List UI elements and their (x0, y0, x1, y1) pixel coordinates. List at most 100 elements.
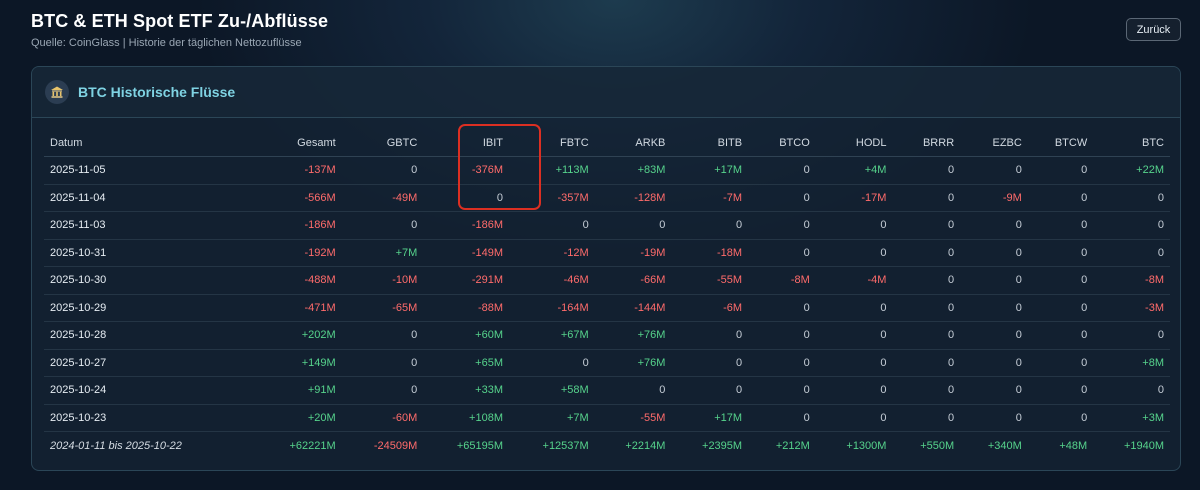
table-row: 2025-10-31 -192M +7M -149M -12M -19M -18M 0 0 0 0 0… (44, 239, 1170, 267)
date-cell: 2025-10-24 (44, 376, 256, 405)
flow-cell-fbtc: -46M (509, 266, 595, 295)
flow-cell-fbtc: +67M (509, 321, 595, 350)
table-row: 2025-10-30 -488M -10M -291M -46M -66M -55M -8M -… (44, 266, 1170, 295)
flow-cell-gbtc: -49M (341, 184, 424, 212)
flow-cell-hodl: 0 (815, 294, 893, 322)
column-header-arkb: ARKB (594, 129, 672, 157)
flow-cell-btcw: 0 (1027, 321, 1094, 350)
flow-cell-gbtc: 0 (341, 349, 424, 377)
flow-cell-ibit: -88M (423, 294, 509, 322)
date-cell: 2025-10-23 (44, 404, 256, 432)
flow-cell-btcw: 0 (1027, 156, 1094, 185)
date-cell: 2024-01-11 bis 2025-10-22 (44, 431, 256, 459)
flow-cell-arkb: -19M (594, 239, 672, 267)
back-button[interactable]: Zurück (1126, 18, 1181, 41)
column-header-brrr: BRRR (892, 129, 961, 157)
flow-cell-gesamt: -186M (255, 211, 342, 240)
flow-cell-bitb: 0 (671, 321, 749, 350)
flow-cell-fbtc: 0 (509, 211, 595, 240)
flow-cell-ezbc: 0 (960, 266, 1028, 295)
flow-cell-btcw: +48M (1027, 431, 1094, 459)
flow-cell-ibit: -376M (423, 156, 509, 185)
flow-cell-gesamt: -566M (255, 184, 342, 212)
flow-cell-bitb: +2395M (671, 431, 749, 459)
column-header-bitb: BITB (671, 129, 749, 157)
flow-cell-btc: +22M (1093, 156, 1170, 185)
flow-cell-arkb: -128M (594, 184, 672, 212)
flow-cell-hodl: 0 (815, 349, 893, 377)
table-header-row: Datum Gesamt GBTC IBIT FBTC ARKB BITB BTCO HODL B… (44, 129, 1170, 157)
flow-cell-fbtc: 0 (509, 349, 595, 377)
column-header-ibit: IBIT (423, 129, 509, 157)
flow-cell-ibit: +65M (423, 349, 509, 377)
flow-cell-brrr: 0 (892, 321, 961, 350)
flow-cell-brrr: 0 (892, 376, 961, 405)
flow-cell-btc: 0 (1093, 211, 1170, 240)
flow-cell-brrr: 0 (892, 294, 961, 322)
flow-cell-fbtc: +12537M (509, 431, 595, 459)
flow-cell-btcw: 0 (1027, 349, 1094, 377)
flow-cell-btc: 0 (1093, 321, 1170, 350)
table-row: 2025-11-05 -137M 0 -376M +113M +83M +17M 0 +4M 0 0… (44, 156, 1170, 185)
flow-cell-brrr: 0 (892, 156, 961, 185)
flow-cell-hodl: 0 (815, 376, 893, 405)
flow-cell-btc: +3M (1093, 404, 1170, 432)
flow-cell-btco: 0 (748, 184, 816, 212)
flow-cell-fbtc: +113M (509, 156, 595, 185)
flow-cell-gbtc: -65M (341, 294, 424, 322)
flow-cell-gbtc: -24509M (341, 431, 424, 459)
flow-cell-gesamt: -137M (255, 156, 342, 185)
flow-cell-btc: 0 (1093, 184, 1170, 212)
flow-cell-gbtc: +7M (341, 239, 424, 267)
flow-cell-bitb: 0 (671, 349, 749, 377)
flow-cell-hodl: -4M (815, 266, 893, 295)
flow-cell-ibit: +33M (423, 376, 509, 405)
flow-cell-gbtc: -60M (341, 404, 424, 432)
flow-cell-gbtc: 0 (341, 376, 424, 405)
flow-cell-ibit: +108M (423, 404, 509, 432)
flow-cell-gbtc: 0 (341, 211, 424, 240)
flow-cell-gesamt: +91M (255, 376, 342, 405)
flow-cell-btco: 0 (748, 239, 816, 267)
flow-cell-btco: 0 (748, 211, 816, 240)
flow-cell-btco: +212M (748, 431, 816, 459)
flow-cell-arkb: -66M (594, 266, 672, 295)
btc-flows-card: BTC Historische Flüsse Datum Gesamt GBTC IB… (31, 66, 1181, 471)
column-header-datum: Datum (44, 129, 256, 157)
flow-cell-btcw: 0 (1027, 376, 1094, 405)
column-header-ezbc: EZBC (960, 129, 1028, 157)
flow-cell-ezbc: +340M (960, 431, 1028, 459)
flow-cell-arkb: -144M (594, 294, 672, 322)
table-row: 2025-10-28 +202M 0 +60M +67M +76M 0 0 0 0 0 0 0 (44, 321, 1170, 350)
date-cell: 2025-11-04 (44, 184, 256, 212)
flow-cell-ibit: -149M (423, 239, 509, 267)
column-header-gbtc: GBTC (341, 129, 424, 157)
page-header: BTC & ETH Spot ETF Zu-/Abflüsse Quelle: … (31, 11, 328, 49)
bank-icon (45, 80, 69, 104)
flow-cell-btc: 0 (1093, 239, 1170, 267)
date-cell: 2025-10-27 (44, 349, 256, 377)
flow-cell-bitb: 0 (671, 211, 749, 240)
flow-cell-bitb: -18M (671, 239, 749, 267)
table-row: 2025-10-24 +91M 0 +33M +58M 0 0 0 0 0 0 0 0 (44, 376, 1170, 405)
flow-cell-bitb: +17M (671, 404, 749, 432)
flow-cell-gesamt: +149M (255, 349, 342, 377)
flow-cell-gesamt: -488M (255, 266, 342, 295)
flow-cell-arkb: +83M (594, 156, 672, 185)
flow-cell-btco: 0 (748, 349, 816, 377)
flow-cell-ezbc: 0 (960, 294, 1028, 322)
date-cell: 2025-11-05 (44, 156, 256, 185)
table-row: 2025-10-27 +149M 0 +65M 0 +76M 0 0 0 0 0 0 +8M (44, 349, 1170, 377)
column-header-fbtc: FBTC (509, 129, 595, 157)
flow-cell-btcw: 0 (1027, 211, 1094, 240)
flow-cell-bitb: +17M (671, 156, 749, 185)
flow-cell-fbtc: -357M (509, 184, 595, 212)
date-cell: 2025-10-29 (44, 294, 256, 322)
flow-cell-ezbc: 0 (960, 404, 1028, 432)
flow-cell-gesamt: -471M (255, 294, 342, 322)
column-header-gesamt: Gesamt (255, 129, 342, 157)
flow-cell-btco: 0 (748, 321, 816, 350)
flow-cell-ezbc: 0 (960, 211, 1028, 240)
flow-cell-bitb: -7M (671, 184, 749, 212)
flow-cell-btc: 0 (1093, 376, 1170, 405)
